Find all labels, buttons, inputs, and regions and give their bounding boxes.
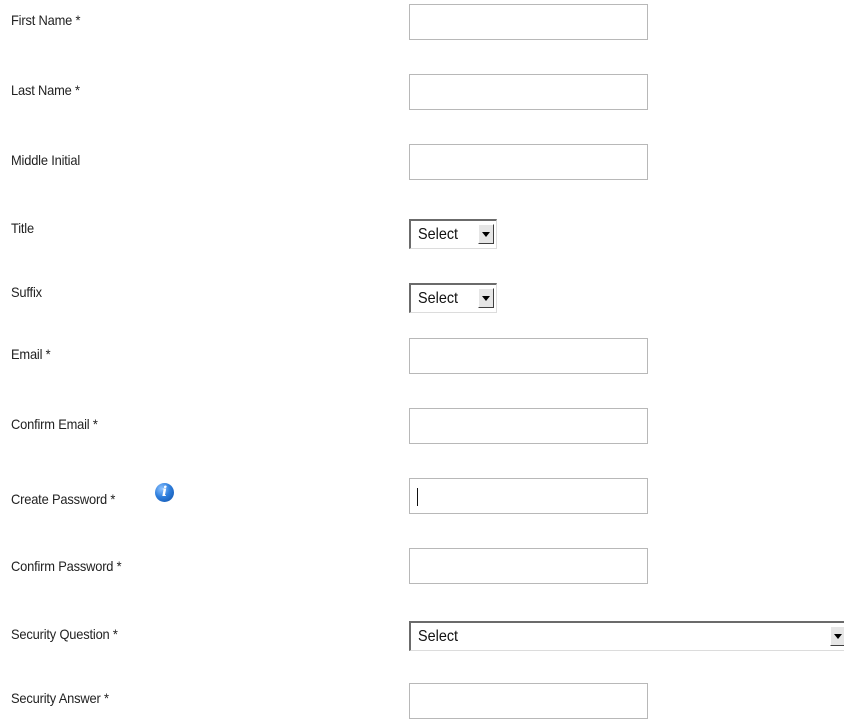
last-name-input[interactable] [409,74,648,110]
confirm-password-label: Confirm Password * [11,558,122,574]
confirm-email-label: Confirm Email * [11,416,98,432]
registration-form: First Name * Last Name * Middle Initial … [0,0,844,719]
chevron-down-icon[interactable] [478,288,494,308]
security-question-select[interactable]: Select [409,621,844,651]
security-answer-row: Security Answer * [0,678,844,719]
first-name-row: First Name * [0,0,844,40]
text-caret [417,488,418,506]
email-label: Email * [11,346,51,362]
title-select[interactable]: Select [409,219,497,249]
confirm-password-row: Confirm Password * [0,544,844,584]
security-question-row: Security Question * Select [0,614,844,654]
create-password-input[interactable] [409,478,648,514]
confirm-email-input[interactable] [409,408,648,444]
middle-initial-label: Middle Initial [11,152,81,168]
title-label: Title [11,220,34,236]
confirm-email-row: Confirm Email * [0,404,844,444]
title-row: Title Select [0,210,844,250]
title-select-value: Select [418,226,459,243]
suffix-select-value: Select [418,290,459,307]
middle-initial-row: Middle Initial [0,140,844,180]
first-name-label: First Name * [11,12,81,28]
suffix-select[interactable]: Select [409,283,497,313]
info-icon[interactable]: i [155,483,174,502]
last-name-row: Last Name * [0,70,844,110]
middle-initial-input[interactable] [409,144,648,180]
security-answer-label: Security Answer * [11,690,109,706]
confirm-password-input[interactable] [409,548,648,584]
security-answer-input[interactable] [409,683,648,719]
suffix-row: Suffix Select [0,274,844,314]
create-password-row: Create Password * i [0,474,844,514]
email-row: Email * [0,334,844,374]
security-question-select-value: Select [418,628,459,645]
email-input[interactable] [409,338,648,374]
last-name-label: Last Name * [11,82,80,98]
chevron-down-icon[interactable] [478,224,494,244]
first-name-input[interactable] [409,4,648,40]
chevron-down-icon[interactable] [830,626,844,646]
create-password-label: Create Password * [11,491,116,507]
suffix-label: Suffix [11,284,42,300]
security-question-label: Security Question * [11,626,118,642]
